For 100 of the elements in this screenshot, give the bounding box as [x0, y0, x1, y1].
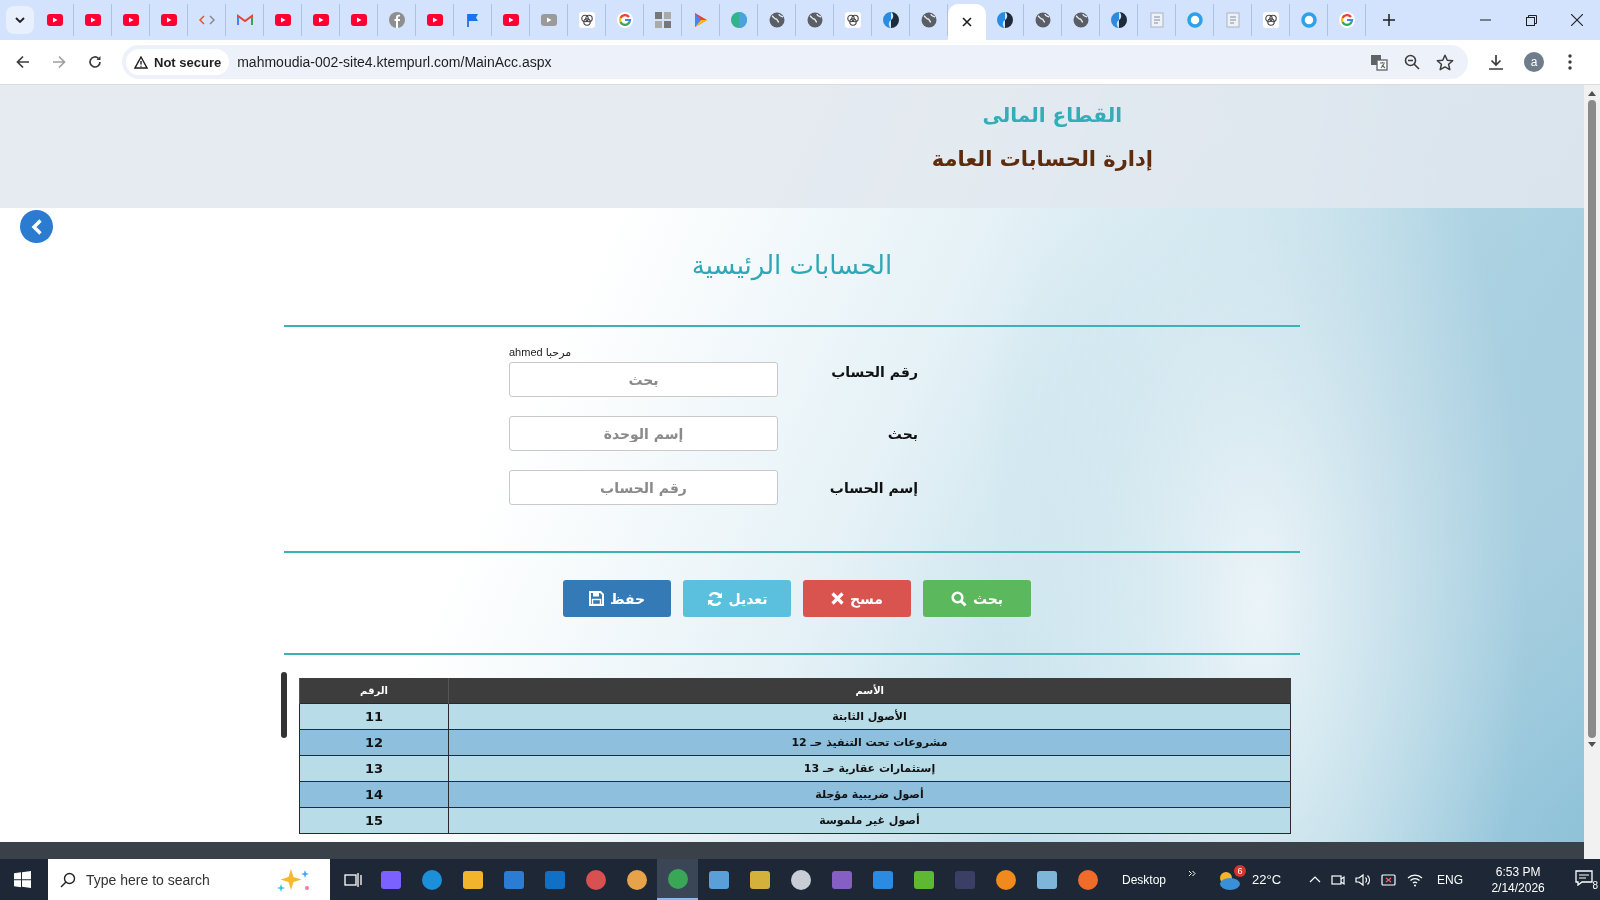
language-indicator[interactable]: ENG	[1437, 872, 1464, 887]
refresh-icon	[706, 590, 723, 607]
input-field[interactable]: بحث	[509, 362, 778, 397]
clock-time[interactable]: 6:53 PM	[1495, 863, 1541, 880]
warning-icon	[134, 55, 148, 69]
document-icon	[1149, 12, 1164, 28]
column-header: الرقم	[299, 678, 449, 704]
chevron-down-icon	[15, 17, 25, 23]
scrollbar[interactable]	[1584, 85, 1600, 859]
task-view-icon[interactable]	[344, 871, 362, 888]
video-icon	[84, 14, 101, 26]
table-cell: إستثمارات عقارية حـ 13	[448, 755, 1291, 782]
temperature-text[interactable]: 22°C	[1252, 872, 1282, 887]
globe-icon	[1072, 12, 1089, 28]
ring-icon	[616, 12, 633, 28]
globe-icon	[768, 12, 785, 28]
app-button[interactable]	[657, 859, 698, 900]
chevrons-right-icon[interactable]	[1188, 870, 1197, 877]
table-cell: 11	[299, 703, 449, 730]
code-icon	[198, 14, 215, 26]
knot-icon	[1262, 12, 1279, 28]
knot-icon	[578, 12, 595, 28]
input-field[interactable]: رقم الحساب	[509, 470, 778, 505]
column-header: الأسم	[448, 678, 1291, 704]
taskbar-search-field[interactable]: Type here to search	[48, 859, 330, 900]
close-icon	[1571, 14, 1583, 26]
sector-title: القطاع المالى	[982, 103, 1122, 127]
ring-icon	[1186, 12, 1203, 28]
globe-icon	[806, 12, 823, 28]
app-icon	[624, 867, 649, 892]
video-icon	[502, 14, 519, 26]
plus-icon	[1383, 14, 1395, 26]
notification-icon[interactable]	[1575, 870, 1594, 886]
circle-icon	[388, 12, 405, 28]
video-icon	[160, 14, 177, 26]
greeting-text: مرحبا ahmed	[509, 346, 572, 358]
ring-icon	[1338, 12, 1355, 28]
grid-icon	[654, 12, 671, 28]
app-icon	[993, 867, 1018, 892]
orb-icon	[730, 12, 747, 28]
chevron-left-icon	[30, 218, 43, 235]
search-icon	[950, 590, 967, 607]
table-cell: أصول غير ملموسة	[448, 807, 1291, 834]
table-cell: مشروعات تحت التنفيذ حـ 12	[448, 729, 1291, 756]
play-icon	[693, 12, 708, 28]
url-text: mahmoudia-002-site4.ktempurl.com/MainAcc.aspx	[237, 54, 552, 70]
menu-icon[interactable]	[1568, 54, 1572, 70]
download-icon[interactable]	[1488, 54, 1504, 70]
address-field[interactable]: Not secure mahmoudia-002-site4.ktempurl.com/MainAcc.aspx	[122, 45, 1468, 79]
camera-icon[interactable]	[1331, 872, 1346, 887]
scroll-down-icon[interactable]	[1588, 742, 1596, 747]
star-icon[interactable]	[1436, 53, 1454, 71]
table-cell: 14	[299, 781, 449, 808]
search-icon	[60, 871, 76, 888]
table-cell: 12	[299, 729, 449, 756]
table-cell: 15	[299, 807, 449, 834]
translate-icon[interactable]	[1370, 53, 1388, 71]
table-cell: الأصول الثابتة	[448, 703, 1291, 730]
field-label: بحث	[887, 425, 918, 442]
globe-icon	[1034, 12, 1051, 28]
swirl-icon	[1110, 12, 1127, 28]
clear-button[interactable]: مسح	[803, 580, 911, 617]
swirl-icon	[882, 12, 899, 28]
windows-icon[interactable]	[14, 871, 31, 888]
flag-icon	[465, 13, 480, 27]
scroll-thumb[interactable]	[281, 672, 287, 738]
department-title: إدارة الحسابات العامة	[931, 147, 1153, 171]
app-icon	[665, 866, 690, 891]
minimize-icon	[1479, 19, 1491, 21]
field-label: رقم الحساب	[831, 363, 918, 380]
back-button[interactable]	[20, 210, 53, 243]
back-icon	[16, 55, 30, 69]
notification-badge: 8	[1592, 880, 1599, 891]
globe-icon	[920, 12, 937, 28]
profile-avatar[interactable]: a	[1524, 52, 1544, 72]
scroll-thumb[interactable]	[1588, 100, 1596, 738]
wifi-icon[interactable]	[1407, 872, 1424, 887]
video-icon	[274, 14, 291, 26]
close-icon[interactable]	[962, 17, 972, 27]
security-button[interactable]: Not secure	[126, 49, 230, 75]
chevron-up-icon[interactable]	[1309, 876, 1322, 883]
video-icon	[46, 14, 63, 26]
desktop-toolbar-label[interactable]: Desktop	[1122, 872, 1167, 887]
clock-date[interactable]: 2/14/2026	[1491, 879, 1545, 896]
battery-icon[interactable]	[1381, 872, 1398, 887]
table-cell: 13	[299, 755, 449, 782]
tab-list-button[interactable]	[6, 6, 34, 34]
weather-badge: 6	[1234, 864, 1247, 877]
field-label: إسم الحساب	[829, 479, 918, 496]
app-icon	[788, 867, 813, 892]
scroll-up-icon[interactable]	[1588, 91, 1596, 96]
video-icon	[312, 14, 329, 26]
table-cell: أصول ضريبية مؤجلة	[448, 781, 1291, 808]
input-field[interactable]: إسم الوحدة	[509, 416, 778, 451]
restore-icon	[1525, 14, 1537, 26]
app-icon	[1075, 867, 1100, 892]
speaker-icon[interactable]	[1355, 872, 1372, 887]
reload-icon	[88, 55, 102, 69]
save-button[interactable]: حفظ	[563, 580, 671, 617]
zoom-icon[interactable]	[1404, 54, 1420, 70]
